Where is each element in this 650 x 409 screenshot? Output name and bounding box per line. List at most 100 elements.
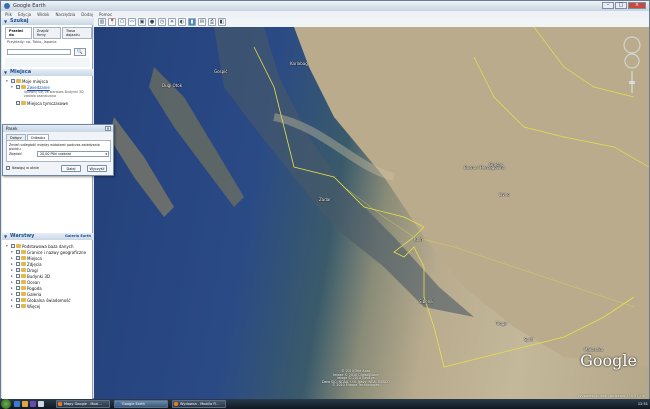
map-label[interactable]: Split: [524, 337, 533, 342]
navigation-controls[interactable]: [621, 35, 643, 95]
layer-checkbox[interactable]: [16, 286, 20, 290]
expand-icon[interactable]: ▾: [11, 250, 15, 254]
maximize-button[interactable]: □: [615, 2, 627, 9]
dialog-clear-button[interactable]: Wyczyść: [87, 165, 107, 172]
layer-label: Podstawowa baza danych: [22, 243, 74, 249]
dialog-field-label: Zbędzić: [9, 152, 22, 156]
layer-checkbox[interactable]: [16, 280, 20, 284]
taskbar-item-label: Google Earth: [122, 402, 145, 406]
polygon-icon[interactable]: ⬠: [118, 18, 126, 26]
expand-icon[interactable]: ▸: [11, 298, 15, 302]
layer-icon: [21, 292, 26, 296]
layer-checkbox[interactable]: [16, 298, 20, 302]
menu-edit[interactable]: Edycja: [18, 11, 31, 18]
layer-checkbox[interactable]: [16, 304, 20, 308]
tab-find-businesses[interactable]: Znajdź firmy: [32, 27, 61, 39]
map-label[interactable]: Karlobag: [290, 61, 308, 66]
layers-panel-header[interactable]: Warstwy Galeria Earth: [2, 233, 93, 240]
start-button[interactable]: [1, 399, 11, 409]
map-label[interactable]: Dugi Otok: [162, 83, 182, 88]
expand-icon[interactable]: ▸: [11, 268, 15, 272]
nav-checkbox[interactable]: [6, 166, 10, 170]
view-in-maps-icon[interactable]: ◧: [218, 18, 226, 26]
expand-icon[interactable]: ▸: [11, 262, 15, 266]
dialog-close-button[interactable]: ×: [105, 126, 111, 131]
taskbar-item-label: Wydawca - Mozilla Fi...: [180, 402, 220, 406]
path-icon[interactable]: 〰: [128, 18, 136, 26]
quicklaunch-desktop-icon[interactable]: [38, 401, 44, 407]
tab-directions[interactable]: Trasa dojazdu: [61, 27, 93, 39]
map-label[interactable]: Gospić: [214, 69, 227, 74]
layer-checkbox[interactable]: [16, 262, 20, 266]
layer-icon: [21, 268, 26, 272]
tree-item-label[interactable]: Zwiedzanie: [27, 85, 50, 90]
checkbox[interactable]: [16, 85, 20, 89]
image-overlay-icon[interactable]: ▣: [138, 18, 146, 26]
menu-file[interactable]: Plik: [5, 11, 12, 18]
expand-icon[interactable]: ▸: [11, 304, 15, 308]
map-label[interactable]: Trogir: [496, 321, 507, 326]
placemark-icon[interactable]: 📍: [108, 18, 116, 26]
expand-icon[interactable]: ▸: [11, 274, 15, 278]
map-label[interactable]: Šibenik: [419, 299, 434, 304]
close-button[interactable]: ×: [628, 2, 646, 9]
menu-view[interactable]: Widok: [37, 11, 49, 18]
ruler-icon[interactable]: ▮: [188, 18, 196, 26]
record-tour-icon[interactable]: ●: [148, 18, 156, 26]
planet-icon[interactable]: ◐: [178, 18, 186, 26]
map-label[interactable]: Livno: [499, 192, 510, 197]
search-input[interactable]: [7, 49, 71, 55]
checkbox[interactable]: [16, 101, 20, 105]
taskbar-item-label: Mapy Google - Mozi...: [64, 402, 102, 406]
layer-label: Więcej: [27, 303, 41, 309]
tree-item-temporary-places[interactable]: Miejsca tymczasowe: [11, 100, 68, 106]
quicklaunch-browser-icon[interactable]: [14, 401, 20, 407]
taskbar: Mapy Google - Mozi... Google Earth Wydaw…: [0, 399, 650, 409]
map-label[interactable]: Knin: [414, 237, 423, 242]
earth-gallery-button[interactable]: Galeria Earth: [65, 233, 91, 240]
layer-checkbox[interactable]: [16, 256, 20, 260]
layer-label: Ocean: [27, 279, 40, 285]
window-title: Google Earth: [13, 3, 46, 9]
quicklaunch-folder-icon[interactable]: [22, 401, 28, 407]
taskbar-item[interactable]: Wydawca - Mozilla Fi...: [172, 400, 226, 408]
map-label[interactable]: Zadar: [319, 197, 331, 202]
places-panel-header[interactable]: Miejsca: [2, 69, 93, 76]
expand-icon[interactable]: ▸: [11, 280, 15, 284]
expand-icon[interactable]: ▸: [11, 256, 15, 260]
layer-checkbox[interactable]: [16, 268, 20, 272]
layer-checkbox[interactable]: [16, 292, 20, 296]
taskbar-item[interactable]: Mapy Google - Mozi...: [56, 400, 110, 408]
expand-icon[interactable]: ▾: [11, 85, 15, 89]
menu-tools[interactable]: Narzędzia: [55, 11, 75, 18]
map-label[interactable]: Bosna i Hercegovina: [464, 165, 505, 170]
expand-icon[interactable]: ▸: [11, 286, 15, 290]
search-panel-header[interactable]: Szukaj: [2, 18, 93, 25]
historical-imagery-icon[interactable]: ◷: [158, 18, 166, 26]
tab-fly-to[interactable]: Przeleć do: [5, 27, 32, 39]
dialog-speed-select[interactable]: 20,00 Pliki rozdział: [37, 151, 109, 157]
expand-icon[interactable]: ▸: [11, 292, 15, 296]
layer-checkbox[interactable]: [11, 244, 15, 248]
search-button[interactable]: 🔍: [74, 48, 86, 56]
taskbar-item[interactable]: Google Earth: [114, 400, 168, 408]
layer-item[interactable]: ▸ Więcej: [11, 303, 40, 309]
dialog-next-button[interactable]: Dalej: [61, 165, 81, 172]
layer-icon: [21, 280, 26, 284]
earth-map-view[interactable]: Gospić Karlobag Gračac Zadar Knin Šibeni…: [94, 27, 649, 400]
dialog-footer: Nawiguj w oknie: [6, 166, 39, 170]
expand-icon[interactable]: ▾: [6, 79, 10, 83]
google-earth-icon: [116, 402, 120, 406]
expand-icon[interactable]: ▾: [6, 244, 10, 248]
sidebar-toggle-icon[interactable]: ▥: [98, 18, 106, 26]
checkbox[interactable]: [11, 79, 15, 83]
minimize-button[interactable]: –: [602, 2, 614, 9]
menu-add[interactable]: Dodaj: [81, 11, 93, 18]
layer-checkbox[interactable]: [16, 274, 20, 278]
email-icon[interactable]: ✉: [198, 18, 206, 26]
print-icon[interactable]: ⎙: [208, 18, 216, 26]
layer-label: Globalna świadomość: [27, 297, 71, 303]
sun-icon[interactable]: ☀: [168, 18, 176, 26]
quicklaunch-media-icon[interactable]: [30, 401, 36, 407]
layer-checkbox[interactable]: [16, 250, 20, 254]
